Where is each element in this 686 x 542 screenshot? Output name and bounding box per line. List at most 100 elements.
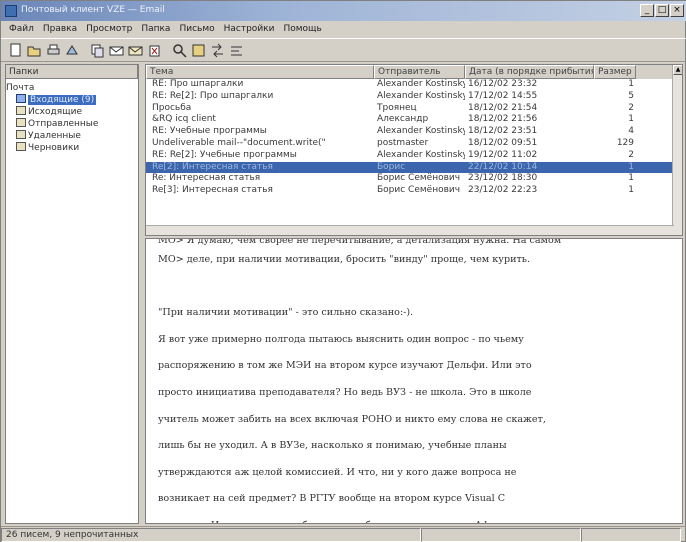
message-size: 4 bbox=[628, 126, 634, 137]
new-message-icon[interactable] bbox=[7, 42, 24, 59]
close-button[interactable]: × bbox=[670, 4, 684, 17]
message-body-line: возникает на сей предмет? В РГТУ вообще … bbox=[158, 493, 506, 505]
scroll-up-icon[interactable]: ▲ bbox=[673, 65, 682, 75]
message-date: 18/12/02 21:54 bbox=[468, 102, 538, 113]
menu-view[interactable]: Просмотр bbox=[82, 21, 137, 38]
message-subject: &RQ icq client bbox=[152, 114, 216, 125]
message-row[interactable]: Просьба Троянец 18/12/02 21:54 2 bbox=[146, 103, 674, 115]
message-body-pane[interactable]: МО> Я думаю, чем сворее не перечитывание… bbox=[145, 238, 683, 524]
move-icon[interactable] bbox=[64, 42, 81, 59]
reply-icon[interactable] bbox=[108, 42, 125, 59]
message-body-line: просто инициатива преподавателя? Но ведь… bbox=[158, 386, 532, 398]
message-subject: Re[2]: Интересная статья bbox=[152, 161, 273, 172]
message-subject: Просьба bbox=[152, 102, 192, 113]
menu-edit[interactable]: Правка bbox=[39, 21, 82, 38]
status-text: 26 писем, 9 непрочитанных bbox=[1, 528, 421, 542]
message-body-line: утверждаются аж целой комиссией. И что, … bbox=[158, 466, 517, 478]
message-row[interactable]: RE: Re[2]: Про шпаргалки Alexander Kostin… bbox=[146, 91, 674, 103]
folder-root[interactable]: Почта bbox=[6, 82, 138, 94]
message-sender: Alexander Kostinsky bbox=[377, 79, 465, 89]
address-book-icon[interactable] bbox=[190, 42, 207, 59]
find-icon[interactable] bbox=[171, 42, 188, 59]
folder-item-drafts[interactable]: Черновики bbox=[6, 142, 138, 154]
message-date: 18/12/02 09:51 bbox=[468, 137, 538, 148]
column-header-date[interactable]: Дата (в порядке прибытия) bbox=[465, 65, 594, 79]
message-row[interactable]: &RQ icq client Александр 18/12/02 21:56 1 bbox=[146, 114, 674, 126]
message-body-line bbox=[158, 274, 682, 301]
message-size: 1 bbox=[628, 173, 634, 184]
message-size: 1 bbox=[628, 79, 634, 89]
folder-pane: Папки Почта Входящие (9) Исходящие Отпра… bbox=[5, 64, 139, 524]
message-date: 17/12/02 14:55 bbox=[468, 90, 538, 101]
message-subject: RE: Учебные программы bbox=[152, 126, 267, 137]
folder-item-deleted[interactable]: Удаленные bbox=[6, 130, 138, 142]
message-date: 18/12/02 23:51 bbox=[468, 126, 538, 137]
folder-item-inbox[interactable]: Входящие (9) bbox=[6, 94, 138, 106]
send-receive-icon[interactable] bbox=[209, 42, 226, 59]
message-body-line: проходят. И ничего нигде у борца за своб… bbox=[158, 513, 682, 523]
message-body-line: распоряжению в том же МЭИ на втором курс… bbox=[158, 360, 532, 372]
folder-label: Черновики bbox=[28, 143, 80, 153]
message-date: 18/12/02 21:56 bbox=[468, 114, 538, 125]
message-sender: Троянец bbox=[377, 102, 417, 113]
forward-icon[interactable] bbox=[127, 42, 144, 59]
message-subject: RE: Про шпаргалки bbox=[152, 79, 244, 89]
minimize-button[interactable]: _ bbox=[640, 4, 654, 17]
message-body-line: лишь бы не уходил. А в ВУЗе, насколько я… bbox=[158, 440, 507, 452]
message-row[interactable]: RE: Про шпаргалки Alexander Kostinsky 16/1… bbox=[146, 79, 674, 91]
message-sender: Александр bbox=[377, 114, 429, 125]
menu-help[interactable]: Помощь bbox=[279, 21, 326, 38]
title-bar[interactable]: Почтовый клиент VZE — Email _ □ × bbox=[1, 1, 686, 21]
folder-item-outbox[interactable]: Исходящие bbox=[6, 106, 138, 118]
message-size: 2 bbox=[628, 102, 634, 113]
message-size: 2 bbox=[628, 149, 634, 160]
folder-label: Исходящие bbox=[28, 107, 83, 117]
message-sender: Борис bbox=[377, 161, 406, 172]
folder-item-sent[interactable]: Отправленные bbox=[6, 118, 138, 130]
message-list-hscrollbar[interactable] bbox=[146, 225, 674, 235]
menu-message[interactable]: Письмо bbox=[175, 21, 219, 38]
mail-client-window: Почтовый клиент VZE — Email _ □ × Файл П… bbox=[0, 0, 686, 542]
message-subject: RE: Re[2]: Про шпаргалки bbox=[152, 90, 274, 101]
menu-bar: Файл Правка Просмотр Папка Письмо Настро… bbox=[1, 21, 686, 38]
message-sender: Борис Семёнович bbox=[377, 185, 461, 196]
folder-label: Входящие (9) bbox=[28, 95, 97, 105]
delete-icon[interactable] bbox=[146, 42, 163, 59]
message-body: МО> Я думаю, чем сворее не перечитывание… bbox=[146, 238, 682, 523]
column-header-subject[interactable]: Тема bbox=[146, 65, 374, 79]
folder-root-label: Почта bbox=[6, 83, 35, 93]
outbox-icon bbox=[16, 106, 26, 115]
menu-file[interactable]: Файл bbox=[5, 21, 39, 38]
column-header-size[interactable]: Размер bbox=[594, 65, 636, 79]
message-size: 5 bbox=[628, 90, 634, 101]
message-row[interactable]: Re[2]: Интересная статья Борис 22/12/02 10… bbox=[146, 161, 674, 174]
message-row[interactable]: RE: Учебные программы Alexander Kostinsky… bbox=[146, 126, 674, 138]
sent-folder-icon bbox=[16, 118, 26, 127]
message-subject: RE: Re[2]: Учебные программы bbox=[152, 149, 297, 160]
message-row[interactable]: RE: Re[2]: Учебные программы Alexander Ko… bbox=[146, 150, 674, 162]
message-size: 1 bbox=[628, 161, 634, 172]
open-icon[interactable] bbox=[26, 42, 43, 59]
menu-folder[interactable]: Папка bbox=[137, 21, 175, 38]
status-panel-right bbox=[581, 528, 681, 542]
copy-icon[interactable] bbox=[89, 42, 106, 59]
message-list-vscrollbar[interactable]: ▲ bbox=[672, 65, 682, 235]
message-body-line: МО> деле, при наличии мотивации, бросить… bbox=[158, 254, 531, 265]
print-icon[interactable] bbox=[45, 42, 62, 59]
column-header-sender[interactable]: Отправитель bbox=[374, 65, 465, 79]
message-list-header: Тема Отправитель Дата (в порядке прибыти… bbox=[146, 65, 682, 79]
message-row[interactable]: Re[3]: Интересная статья Борис Семёнович 2… bbox=[146, 185, 674, 197]
message-row[interactable]: Undeliverable mail--"document.write(" pos… bbox=[146, 138, 674, 150]
menu-settings[interactable]: Настройки bbox=[220, 21, 280, 38]
folder-pane-header[interactable]: Папки bbox=[6, 65, 138, 79]
window-title: Почтовый клиент VZE — Email bbox=[21, 5, 165, 15]
message-row[interactable]: Re: Интересная статья Борис Семёнович 23/1… bbox=[146, 173, 674, 185]
folder-label: Удаленные bbox=[28, 131, 81, 141]
inbox-icon bbox=[16, 94, 26, 103]
toolbar bbox=[1, 38, 686, 62]
settings-icon[interactable] bbox=[228, 42, 245, 59]
message-body-line: МО> Я думаю, чем сворее не перечитывание… bbox=[158, 238, 562, 246]
folder-label: Отправленные bbox=[28, 119, 99, 129]
message-sender: Alexander Kostinsky bbox=[377, 90, 465, 101]
maximize-button[interactable]: □ bbox=[655, 4, 669, 17]
